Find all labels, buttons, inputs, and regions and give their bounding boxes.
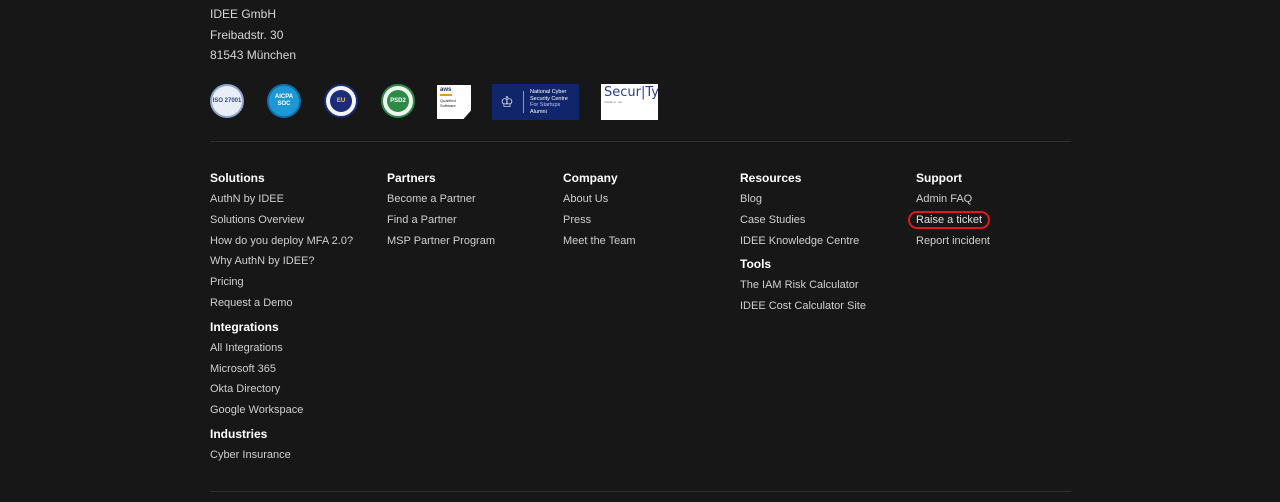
integrations-heading: Integrations [210,319,279,334]
footer-link-pricing[interactable]: Pricing [210,272,353,293]
footer-link-case-studies[interactable]: Case Studies [740,210,866,231]
company-address: IDEE GmbH Freibadstr. 30 81543 München [210,4,296,66]
iso-badge-text: ISO 27001 [212,97,242,104]
address-city: 81543 München [210,48,297,62]
footer-link-admin-faq[interactable]: Admin FAQ [916,189,990,210]
footer-divider-top [210,141,1071,142]
footer-link-microsoft-365[interactable]: Microsoft 365 [210,359,353,380]
footer-link-knowledge-centre[interactable]: IDEE Knowledge Centre [740,231,866,252]
psd2-badge-text: PSD2 [387,90,409,112]
aws-qualified-software-badge: aws Qualified Software [437,85,471,119]
footer-link-blog[interactable]: Blog [740,189,866,210]
footer-link-press[interactable]: Press [563,210,636,231]
secur-badge-main: Secur|Ty [604,85,659,100]
aicpa-soc-badge: AICPA SOC [267,84,301,118]
footer-link-request-demo[interactable]: Request a Demo [210,293,353,314]
site-footer: IDEE GmbH Freibadstr. 30 81543 München I… [0,0,1280,502]
footer-link-solutions-overview[interactable]: Solutions Overview [210,210,353,231]
footer-link-raise-ticket-wrapper: Raise a ticket [908,210,991,231]
partners-links: Become a Partner Find a Partner MSP Part… [387,189,495,251]
footer-link-raise-ticket[interactable]: Raise a ticket [908,210,991,229]
iso-27001-badge: ISO 27001 [210,84,244,118]
tools-heading: Tools [740,257,772,272]
ncsc-alumni-badge: ♔ National Cyber Security Centre For Sta… [492,84,579,120]
footer-link-cost-calculator[interactable]: IDEE Cost Calculator Site [740,296,866,317]
footer-link-authn-by-idee[interactable]: AuthN by IDEE [210,189,353,210]
tools-links: The IAM Risk Calculator IDEE Cost Calcul… [740,275,866,317]
footer-column-support: Support Admin FAQ Raise a ticket Report … [908,170,991,256]
footer-link-cyber-insurance[interactable]: Cyber Insurance [210,445,353,466]
support-heading: Support [916,171,962,185]
footer-link-become-partner[interactable]: Become a Partner [387,189,495,210]
ncsc-badge-text: National Cyber Security Centre For Start… [530,89,568,115]
company-heading: Company [563,171,618,185]
address-street: Freibadstr. 30 [210,27,284,42]
aws-badge-line2: Software [440,102,456,108]
footer-column-solutions: Solutions AuthN by IDEE Solutions Overvi… [210,170,353,471]
resources-links: Blog Case Studies IDEE Knowledge Centre [740,189,866,251]
footer-column-partners: Partners Become a Partner Find a Partner… [387,170,495,256]
footer-link-why-authn[interactable]: Why AuthN by IDEE? [210,251,353,272]
resources-heading: Resources [740,171,802,185]
footer-divider-bottom [210,491,1071,492]
solutions-links: AuthN by IDEE Solutions Overview How do … [210,189,353,314]
industries-links: Cyber Insurance [210,445,353,466]
footer-link-deploy-mfa[interactable]: How do you deploy MFA 2.0? [210,231,353,252]
footer-link-iam-risk-calculator[interactable]: The IAM Risk Calculator [740,275,866,296]
partners-heading: Partners [387,171,436,185]
aws-badge-brand: aws [440,87,452,93]
footer-link-msp-partner-program[interactable]: MSP Partner Program [387,231,495,252]
footer-link-google-workspace[interactable]: Google Workspace [210,400,353,421]
integrations-links: All Integrations Microsoft 365 Okta Dire… [210,338,353,421]
aws-smile-bar [440,94,452,96]
footer-column-resources: Resources Blog Case Studies IDEE Knowled… [740,170,866,322]
company-links: About Us Press Meet the Team [563,189,636,251]
security-made-in-de-badge: Secur|Ty made in .de [601,84,659,120]
royal-crest-icon: ♔ [496,91,524,113]
secur-badge-small: made in .de [604,100,622,104]
footer-link-report-incident[interactable]: Report incident [916,231,990,252]
psd2-badge: PSD2 [381,84,415,118]
support-links: Admin FAQ Raise a ticket Report incident [908,189,991,252]
eu-badge-text: EU [330,90,352,112]
aicpa-badge-text: AICPA SOC [274,94,294,107]
footer-column-company: Company About Us Press Meet the Team [563,170,636,256]
industries-heading: Industries [210,426,268,441]
address-company: IDEE GmbH [210,7,277,21]
footer-link-meet-the-team[interactable]: Meet the Team [563,231,636,252]
footer-link-find-partner[interactable]: Find a Partner [387,210,495,231]
eu-gdpr-badge: EU [324,84,358,118]
footer-link-about-us[interactable]: About Us [563,189,636,210]
solutions-heading: Solutions [210,171,265,185]
footer-link-all-integrations[interactable]: All Integrations [210,338,353,359]
footer-link-okta-directory[interactable]: Okta Directory [210,379,353,400]
